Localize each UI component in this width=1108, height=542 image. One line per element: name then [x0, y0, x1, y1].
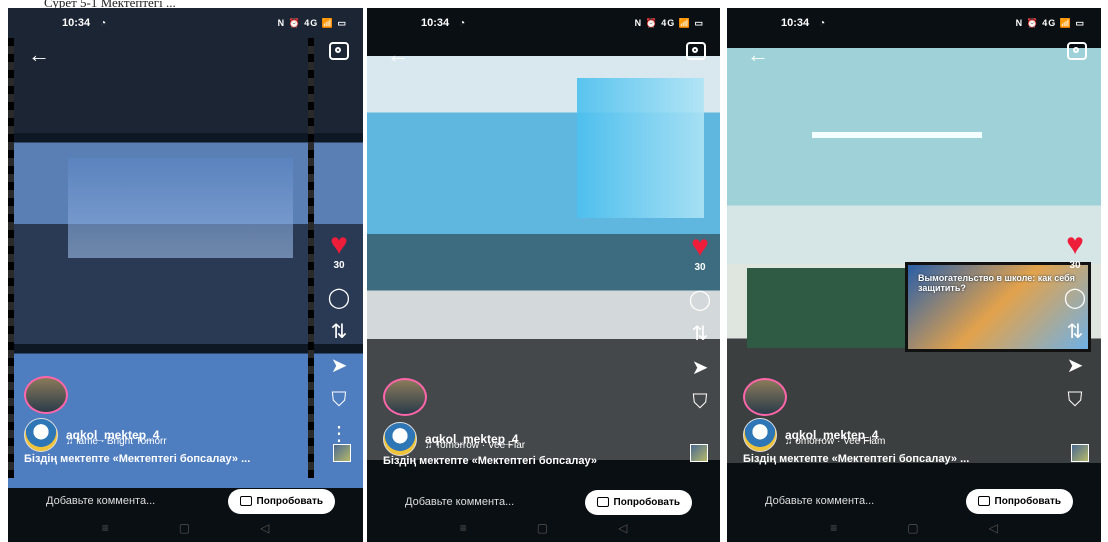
avatar[interactable]: [383, 422, 417, 456]
try-button[interactable]: Попробовать: [965, 488, 1073, 514]
chalkboard: [747, 268, 907, 348]
camera-icon[interactable]: [686, 42, 706, 60]
audio-thumbnail[interactable]: [1071, 444, 1089, 462]
phone-screen-3: Вымогательство в школе: как себя защитит…: [727, 8, 1101, 542]
back-nav-icon[interactable]: ◁: [260, 521, 269, 535]
camera-icon[interactable]: [329, 42, 349, 60]
camera-icon: [596, 497, 609, 507]
comment-icon[interactable]: ◯: [328, 281, 350, 315]
send-icon[interactable]: ➤: [692, 351, 709, 385]
back-nav-icon[interactable]: ◁: [989, 521, 998, 535]
comment-icon[interactable]: ◯: [689, 283, 711, 317]
try-button[interactable]: Попробовать: [584, 489, 692, 515]
try-label: Попробовать: [613, 496, 680, 508]
recents-icon[interactable]: ≡: [830, 521, 837, 535]
post-caption[interactable]: Біздің мектепте «Мектептегі бопсалау»: [383, 455, 663, 467]
home-icon[interactable]: ▢: [179, 521, 190, 535]
whatsapp-icon: ◔: [459, 17, 466, 29]
window-light: [577, 78, 704, 218]
post-caption[interactable]: Біздің мектепте «Мектептегі бопсалау» ..…: [24, 453, 314, 465]
home-icon[interactable]: ▢: [907, 521, 918, 535]
classroom-frame: [68, 158, 293, 258]
music-label: Tomorrow · Vee Flar: [435, 440, 526, 451]
system-nav: ≡ ▢ ◁: [8, 514, 363, 542]
status-time: 10:34: [421, 17, 450, 29]
music-label: omorrow · Vee Flam: [795, 436, 886, 447]
status-bar: 10:34 ◔ N ⏰ 4G 📶 ▭: [727, 8, 1101, 38]
story-avatar[interactable]: [743, 378, 787, 416]
top-caption: Сурет 5-1 Мектептегі ...: [44, 0, 176, 8]
camera-icon[interactable]: [1067, 42, 1087, 60]
system-nav: ≡ ▢ ◁: [367, 514, 720, 542]
music-info[interactable]: ♫ omorrow · Vee Flam: [785, 436, 885, 447]
bookmark-icon[interactable]: ⛉: [332, 383, 347, 417]
try-label: Попробовать: [256, 495, 323, 507]
bookmark-icon[interactable]: ⛉: [693, 385, 708, 419]
arrow-left-icon[interactable]: ←: [28, 42, 50, 68]
status-icons: N ⏰ 4G 📶 ▭: [277, 17, 347, 28]
phone-screen-2: 10:34 ◔ N ⏰ 4G 📶 ▭ ← ♥ 30 ◯ ⇅ ➤ ⛉ aqkol_…: [367, 8, 720, 542]
heart-icon[interactable]: ♥: [691, 232, 709, 262]
avatar[interactable]: [24, 418, 58, 452]
status-bar: 10:34 ◔ N ⏰ 4G 📶 ▭: [367, 8, 720, 38]
ceiling-light: [812, 132, 982, 138]
repost-icon[interactable]: ⇅: [331, 315, 348, 349]
like-count: 30: [1069, 260, 1081, 271]
recents-icon[interactable]: ≡: [102, 521, 109, 535]
arrow-left-icon[interactable]: ←: [747, 42, 769, 68]
post-caption[interactable]: Біздің мектепте «Мектептегі бопсалау» ..…: [743, 453, 1053, 465]
comment-input[interactable]: Добавьте коммента...: [405, 496, 514, 508]
bookmark-icon[interactable]: ⛉: [1068, 383, 1083, 417]
heart-icon[interactable]: ♥: [330, 230, 348, 260]
try-button[interactable]: Попробовать: [227, 488, 335, 514]
comment-input[interactable]: Добавьте коммента...: [765, 495, 874, 507]
status-icons: N ⏰ 4G 📶 ▭: [634, 17, 704, 28]
status-bar: 10:34 ◔ N ⏰ 4G 📶 ▭: [8, 8, 363, 38]
music-label: lame · Bright Tomorr: [76, 436, 167, 447]
arrow-left-icon[interactable]: ←: [387, 42, 409, 68]
repost-icon[interactable]: ⇅: [1067, 315, 1084, 349]
heart-icon[interactable]: ♥: [1066, 230, 1084, 260]
comment-input[interactable]: Добавьте коммента...: [46, 495, 155, 507]
action-rail: ♥ 30 ◯ ⇅ ➤ ⛉: [684, 232, 716, 419]
camera-icon: [977, 496, 990, 506]
whatsapp-icon: ◔: [819, 17, 826, 29]
status-time: 10:34: [781, 17, 810, 29]
system-nav: ≡ ▢ ◁: [727, 514, 1101, 542]
film-strip-left: [8, 38, 14, 478]
send-icon[interactable]: ➤: [331, 349, 348, 383]
music-info[interactable]: ♫ lame · Bright Tomorr: [66, 436, 167, 447]
status-icons: N ⏰ 4G 📶 ▭: [1015, 17, 1085, 28]
action-rail: ♥ 30 ◯ ⇅ ➤ ⛉ ⋮: [323, 230, 355, 451]
story-avatar[interactable]: [383, 378, 427, 416]
comment-icon[interactable]: ◯: [1064, 281, 1086, 315]
repost-icon[interactable]: ⇅: [692, 317, 709, 351]
back-nav-icon[interactable]: ◁: [618, 521, 627, 535]
send-icon[interactable]: ➤: [1067, 349, 1084, 383]
whatsapp-icon: ◔: [100, 17, 107, 29]
audio-thumbnail[interactable]: [333, 444, 351, 462]
action-rail: ♥ 30 ◯ ⇅ ➤ ⛉: [1059, 230, 1091, 417]
status-time: 10:34: [62, 17, 91, 29]
camera-icon: [239, 496, 252, 506]
like-count: 30: [694, 262, 706, 273]
recents-icon[interactable]: ≡: [460, 521, 467, 535]
audio-thumbnail[interactable]: [690, 444, 708, 462]
avatar[interactable]: [743, 418, 777, 452]
try-label: Попробовать: [994, 495, 1061, 507]
home-icon[interactable]: ▢: [537, 521, 548, 535]
film-strip-right: [308, 38, 314, 478]
like-count: 30: [333, 260, 345, 271]
music-info[interactable]: ♫ Tomorrow · Vee Flar: [425, 440, 525, 451]
phone-screen-1: 10:34 ◔ N ⏰ 4G 📶 ▭ ← ♥ 30 ◯ ⇅ ➤ ⛉ ⋮ aqko…: [8, 8, 363, 542]
story-avatar[interactable]: [24, 376, 68, 414]
